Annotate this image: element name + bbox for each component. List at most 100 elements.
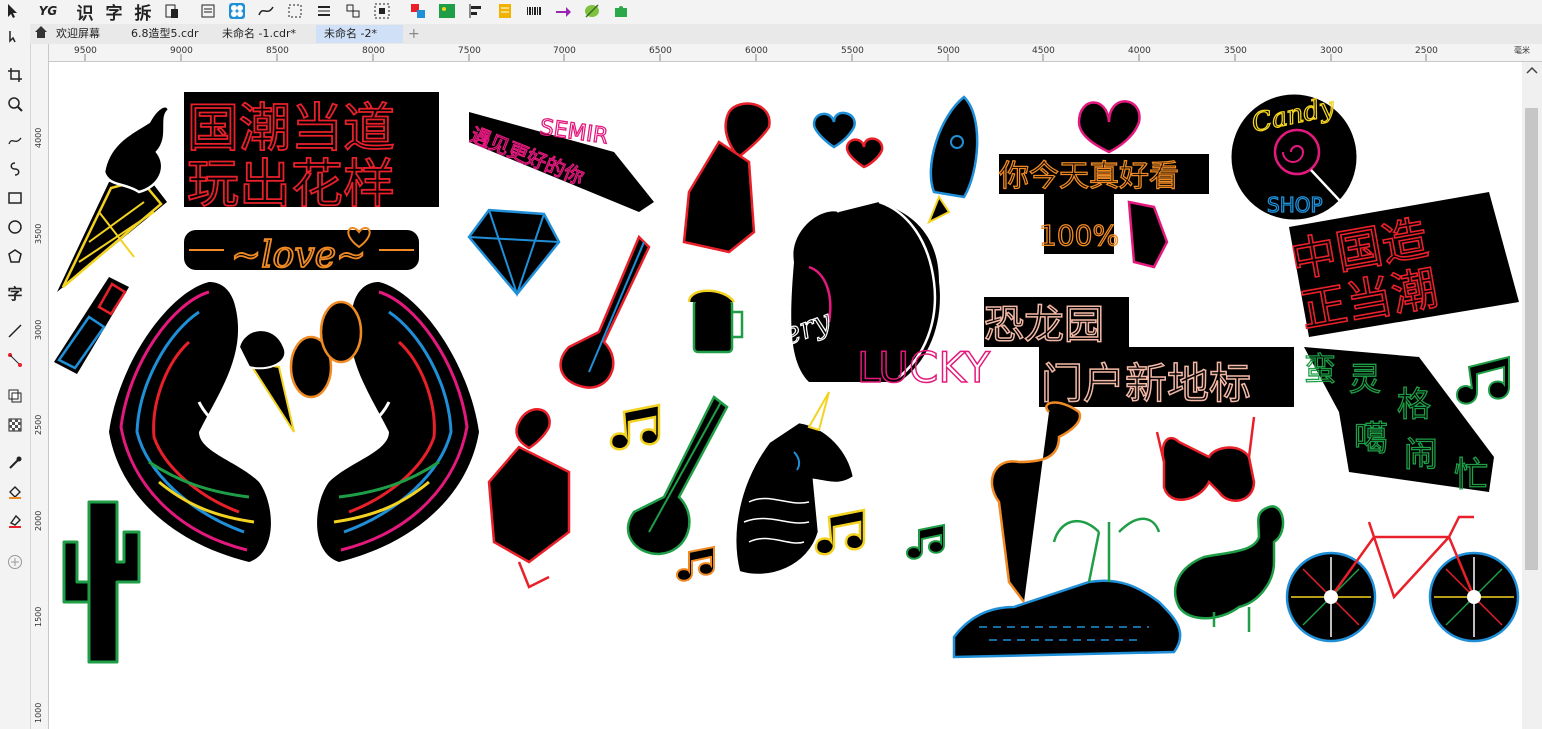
select-box-icon[interactable] (371, 1, 393, 21)
top-toolbar: YG 识 字 拆 (0, 0, 1542, 25)
hruler-tick: 5000 (937, 46, 960, 56)
hruler-tick: 2500 (1415, 46, 1438, 56)
love-sticker[interactable]: ~love~ (184, 227, 419, 277)
hruler-tick: 8000 (362, 46, 385, 56)
candy-shop-sticker[interactable]: Candy SHOP (1228, 91, 1360, 223)
node-curve-icon[interactable] (255, 1, 277, 21)
pattern-icon[interactable] (226, 1, 248, 21)
rectangle-tool-icon[interactable] (4, 187, 26, 209)
tab-file-2[interactable]: 未命名 -1.cdr* (214, 25, 304, 43)
flamingo-island-sticker[interactable] (952, 401, 1182, 659)
ellipse-tool-icon[interactable] (4, 216, 26, 238)
barcode-icon[interactable] (523, 1, 545, 21)
wings-sticker[interactable] (109, 282, 479, 562)
vruler-tick: 2500 (34, 415, 43, 435)
artistic-media-icon[interactable] (4, 158, 26, 180)
puzzle-icon[interactable] (610, 1, 632, 21)
guitar-sticker-red[interactable] (559, 234, 651, 389)
beer-sticker[interactable] (687, 289, 744, 354)
group-icon[interactable] (342, 1, 364, 21)
vertical-scrollbar[interactable] (1522, 62, 1542, 729)
polygon-tool-icon[interactable] (4, 245, 26, 267)
vruler-tick: 1500 (34, 607, 43, 627)
rocket-sticker[interactable] (927, 95, 979, 225)
guochao-sticker[interactable]: 国潮当道 玩出花样 (184, 92, 439, 216)
fill-bucket-icon[interactable] (4, 481, 26, 503)
lucky-text: LUCKY (857, 343, 990, 392)
pick-tool-icon[interactable] (2, 1, 24, 21)
hand-heart-sticker-2[interactable] (487, 408, 571, 589)
add-tab-icon[interactable]: + (400, 25, 428, 43)
diamond-sticker[interactable] (467, 208, 561, 298)
image-icon[interactable] (436, 1, 458, 21)
vruler-tick: 1000 (34, 703, 43, 723)
hruler-tick: 8500 (266, 46, 289, 56)
add-tool-icon[interactable] (4, 551, 26, 573)
shadow-tool-icon[interactable] (4, 385, 26, 407)
hruler-tick: 3500 (1224, 46, 1247, 56)
manling-sticker[interactable]: 蛮 灵 格 噶 闹 忙 (1303, 347, 1494, 496)
hruler-tick: 6000 (745, 46, 768, 56)
slippers-sticker[interactable] (289, 300, 363, 399)
dashed-box-icon[interactable] (284, 1, 306, 21)
text-tool-button[interactable]: 字 (4, 282, 26, 304)
eyedropper-icon[interactable] (4, 452, 26, 474)
shop-text: SHOP (1267, 193, 1323, 217)
konglong-sticker[interactable]: 恐龙园 门户新地标 (983, 297, 1294, 409)
manling-char1: 蛮 (1304, 350, 1336, 388)
manling-char3: 格 (1397, 385, 1431, 425)
align-icon[interactable] (465, 1, 487, 21)
dinosaur-sticker[interactable] (1173, 505, 1285, 632)
transparency-tool-icon[interactable] (4, 414, 26, 436)
line-tool-icon[interactable] (4, 320, 26, 342)
zi-button[interactable]: 字 (103, 1, 125, 24)
small-icecream-sticker[interactable] (237, 329, 295, 433)
yg-plugin-button[interactable]: YG (36, 1, 60, 21)
guochao-line2: 玩出花样 (187, 155, 395, 215)
shi-button[interactable]: 识 (74, 1, 96, 24)
connector-tool-icon[interactable] (4, 349, 26, 371)
lipstick-sticker[interactable] (54, 277, 129, 374)
hand-heart-sticker[interactable] (682, 102, 771, 254)
vruler-tick: 4000 (34, 128, 43, 148)
manling-char6: 忙 (1454, 455, 1488, 495)
unicorn-lucky-sticker[interactable]: Very LUCKY (759, 185, 991, 393)
nijintian-sticker[interactable]: 你今天真好看 100% (998, 100, 1209, 269)
toolbox: 字 (0, 24, 31, 729)
sunglasses-sticker[interactable] (1155, 416, 1256, 502)
ruler-unit-label: 毫米 (1514, 45, 1530, 55)
vruler-tick: 3500 (34, 224, 43, 244)
interactive-fill-icon[interactable] (4, 510, 26, 532)
lines-icon[interactable] (313, 1, 335, 21)
scroll-up-icon[interactable] (1526, 66, 1538, 77)
hruler-tick: 6500 (649, 46, 672, 56)
page-icon[interactable] (197, 1, 219, 21)
ice-cream-sticker[interactable] (57, 105, 171, 292)
chai-button[interactable]: 拆 (132, 1, 154, 24)
unicorn-white-sticker[interactable] (734, 391, 856, 577)
freehand-tool-icon[interactable] (4, 129, 26, 151)
arrow-plugin-icon[interactable] (552, 1, 574, 21)
tab-welcome[interactable]: 欢迎屏幕 (48, 25, 108, 43)
tab-file-1[interactable]: 6.8造型5.cdr (123, 25, 207, 43)
list-icon[interactable] (494, 1, 516, 21)
hruler-tick: 7000 (553, 46, 576, 56)
freehand-pick-icon[interactable] (4, 26, 26, 48)
cactus-sticker[interactable] (62, 500, 141, 664)
zoom-icon[interactable] (4, 93, 26, 115)
drawing-canvas[interactable]: .blk{fill:#000;} .out{fill:#000;stroke:#… (49, 62, 1522, 729)
vertical-ruler: 4000 3500 3000 2500 2000 1500 1000 (31, 44, 49, 729)
scroll-thumb[interactable] (1525, 108, 1538, 570)
semir-sticker[interactable]: SEMIR 遇见更好的你 (467, 112, 654, 212)
color-swatch-icon[interactable] (407, 1, 429, 21)
hearts-sticker[interactable] (812, 111, 884, 169)
manling-char2: 灵 (1349, 360, 1381, 398)
bicycle-sticker[interactable] (1285, 515, 1520, 643)
tab-file-3[interactable]: 未命名 -2* (316, 25, 403, 43)
leaf-icon[interactable] (581, 1, 603, 21)
horizontal-ruler: 9500 9000 8500 8000 7500 7000 6500 6000 … (48, 44, 1542, 62)
crop-icon[interactable] (4, 64, 26, 86)
hruler-tick: 7500 (458, 46, 481, 56)
clipboard-icon[interactable] (161, 1, 183, 21)
hruler-tick: 9500 (74, 46, 97, 56)
